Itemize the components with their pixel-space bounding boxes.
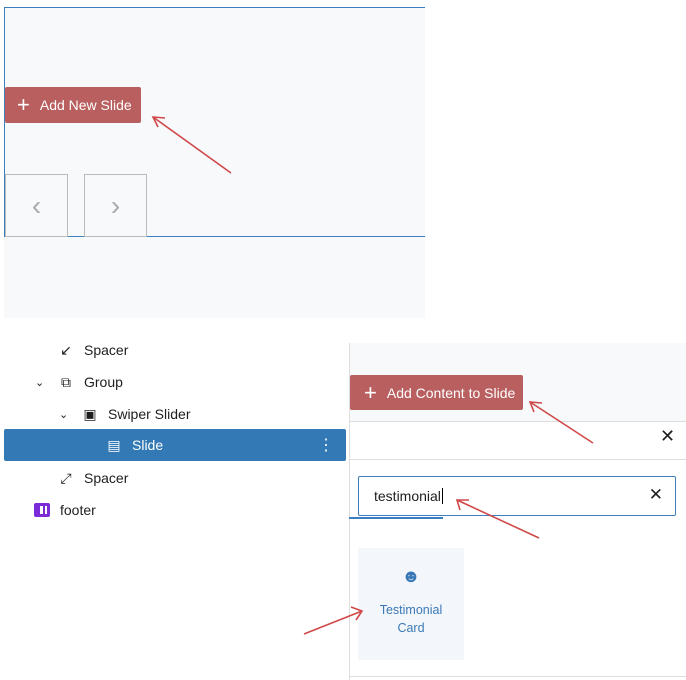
list-item-label: Spacer [84, 470, 129, 486]
list-item-spacer[interactable]: ⤢ Spacer [4, 462, 346, 494]
gallery-icon: ▣ [83, 405, 97, 422]
more-options-icon[interactable]: ⋮ [318, 435, 334, 455]
chevron-right-icon: › [110, 189, 121, 221]
add-new-slide-label: Add New Slide [39, 97, 132, 113]
list-item-swiper-slider[interactable]: ⌄ ▣ Swiper Slider [4, 398, 346, 430]
list-item-group[interactable]: ⌄ ⧉ Group [4, 366, 346, 398]
list-item-slide[interactable]: ▤ Slide ⋮ [4, 429, 346, 461]
spacer-icon: ↙ [60, 341, 72, 358]
group-icon: ⧉ [61, 373, 71, 390]
list-item-label: Slide [132, 437, 164, 453]
search-value: testimonial [374, 488, 441, 504]
list-item-label: Swiper Slider [108, 406, 191, 422]
block-result-testimonial-card[interactable]: ☻ Testimonial Card [358, 548, 464, 660]
close-icon[interactable]: ✕ [660, 426, 675, 447]
list-item-label: Spacer [84, 342, 129, 358]
add-new-slide-button[interactable]: + Add New Slide [5, 87, 141, 123]
list-item-label: footer [60, 502, 96, 518]
add-content-to-slide-button[interactable]: + Add Content to Slide [350, 375, 523, 410]
chevron-down-icon[interactable]: ⌄ [59, 408, 68, 421]
list-item-label: Group [84, 374, 123, 390]
next-slide-button[interactable]: › [84, 174, 147, 237]
template-part-icon [32, 500, 52, 520]
divider [350, 676, 686, 677]
clear-search-icon[interactable]: ✕ [649, 485, 663, 505]
chevron-left-icon: ‹ [31, 189, 42, 221]
list-item-footer[interactable]: footer [4, 494, 346, 526]
block-search-input[interactable]: testimonial ✕ [358, 476, 676, 516]
testimonial-icon: ☻ [401, 566, 421, 586]
list-item-spacer[interactable]: ↙ Spacer [4, 334, 346, 366]
plus-icon: + [17, 92, 30, 117]
active-tab-indicator [349, 517, 443, 519]
prev-slide-button[interactable]: ‹ [5, 174, 68, 237]
block-result-label: Testimonial Card [379, 603, 443, 635]
add-content-label: Add Content to Slide [386, 384, 516, 401]
plus-icon: + [364, 379, 377, 405]
chevron-down-icon[interactable]: ⌄ [35, 376, 44, 389]
spacer-icon: ⤢ [60, 469, 72, 486]
divider [350, 459, 686, 460]
page-icon: ▤ [107, 436, 121, 453]
